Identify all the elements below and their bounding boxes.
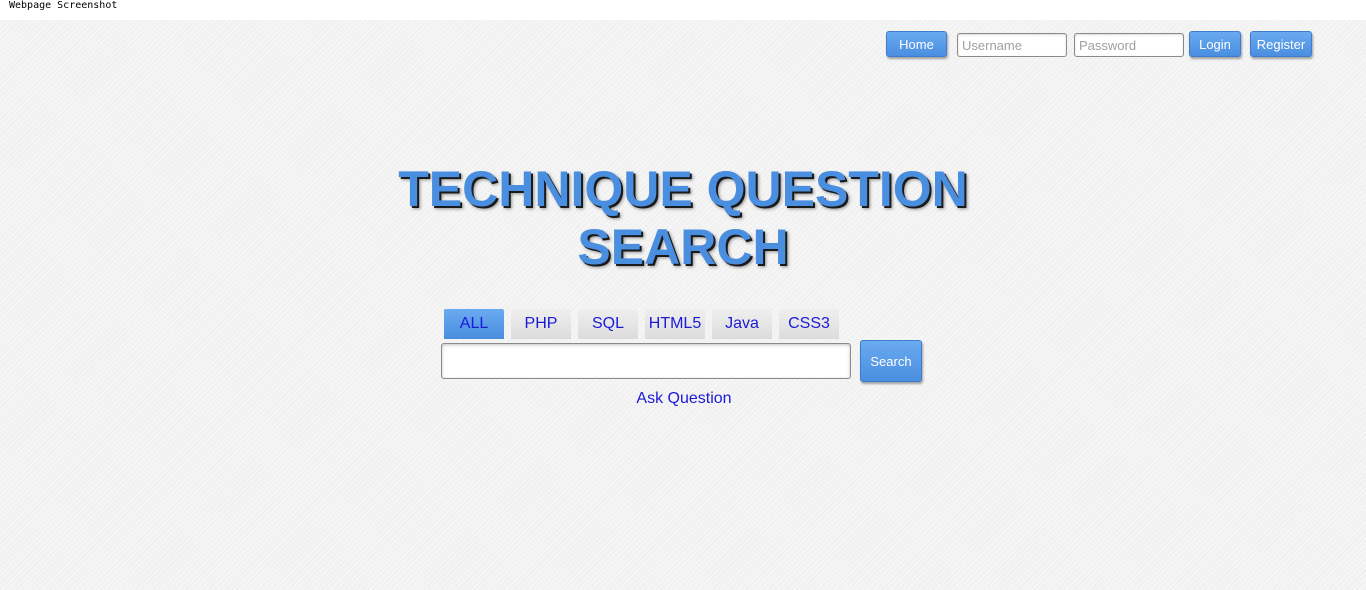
register-button[interactable]: Register — [1250, 31, 1312, 57]
tab-html5[interactable]: HTML5 — [645, 309, 705, 339]
screenshot-caption: Webpage Screenshot — [9, 0, 118, 11]
home-button[interactable]: Home — [886, 31, 947, 57]
tab-css3[interactable]: CSS3 — [779, 309, 839, 339]
page-title: TECHNIQUE QUESTION SEARCH — [398, 161, 968, 275]
tab-sql[interactable]: SQL — [578, 309, 638, 339]
search-button[interactable]: Search — [860, 340, 922, 382]
search-input[interactable] — [441, 343, 851, 379]
ask-question-link[interactable]: Ask Question — [584, 389, 784, 409]
tab-php[interactable]: PHP — [511, 309, 571, 339]
page-body: Home Login Register TECHNIQUE QUESTION S… — [0, 20, 1366, 590]
login-button[interactable]: Login — [1189, 31, 1241, 57]
tab-java[interactable]: Java — [712, 309, 772, 339]
username-input[interactable] — [957, 33, 1067, 57]
password-input[interactable] — [1074, 33, 1184, 57]
tab-all[interactable]: ALL — [444, 309, 504, 339]
